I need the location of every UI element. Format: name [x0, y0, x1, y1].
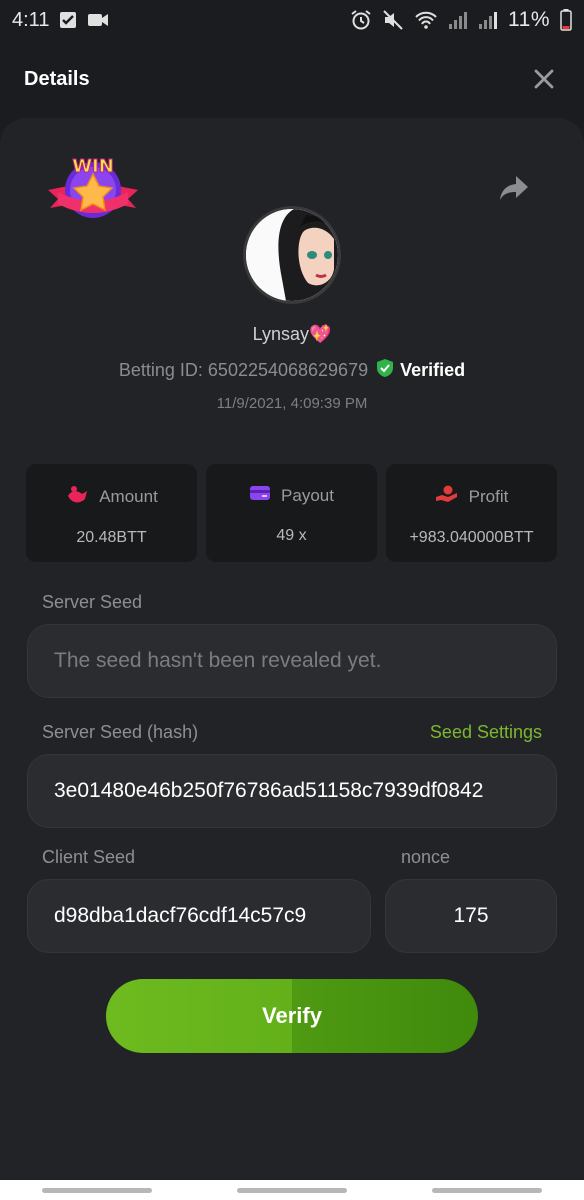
- close-icon[interactable]: [528, 63, 560, 95]
- battery-percent: 11%: [508, 8, 550, 31]
- video-icon: [87, 12, 109, 28]
- win-badge-icon: WIN: [44, 152, 142, 224]
- stat-value-amount: 20.48BTT: [76, 529, 147, 546]
- nonce-label: nonce: [401, 847, 451, 867]
- betting-id-row: Betting ID: 6502254068629679 Verified: [0, 358, 584, 383]
- stats-row: Amount 20.48BTT Payout 49 x Profit +983.…: [26, 464, 558, 562]
- server-seed-hash-field[interactable]: 3e01480e46b250f76786ad51158c7939df0842: [27, 754, 557, 828]
- server-seed-field[interactable]: The seed hasn't been revealed yet.: [27, 624, 557, 698]
- signal-icon: [448, 10, 468, 30]
- stat-label-amount: Amount: [99, 486, 158, 506]
- nonce-value: 175: [453, 904, 489, 927]
- verify-button[interactable]: Verify: [106, 979, 478, 1053]
- stat-label-profit: Profit: [468, 486, 509, 506]
- share-icon[interactable]: [498, 174, 532, 204]
- stat-card-payout: Payout 49 x: [206, 464, 377, 562]
- stat-card-amount: Amount 20.48BTT: [26, 464, 197, 562]
- payout-icon: [249, 484, 271, 507]
- server-seed-label: Server Seed: [42, 592, 143, 612]
- stat-label-payout: Payout: [281, 485, 334, 505]
- svg-text:WIN: WIN: [72, 156, 114, 177]
- avatar: [243, 206, 341, 304]
- status-time: 4:11: [12, 8, 50, 31]
- verified-label: Verified: [400, 360, 466, 380]
- bet-timestamp: 11/9/2021, 4:09:39 PM: [216, 395, 368, 412]
- client-seed-field[interactable]: d98dba1dacf76cdf14c57c9: [27, 879, 371, 953]
- page-title: Details: [24, 67, 90, 90]
- alarm-icon: [350, 9, 372, 31]
- client-seed-value: d98dba1dacf76cdf14c57c9: [54, 904, 307, 927]
- nav-back-button[interactable]: [431, 1187, 542, 1193]
- username: Lynsay💖: [252, 324, 332, 344]
- nav-recents-button[interactable]: [42, 1187, 153, 1193]
- shield-check-icon: [376, 358, 394, 383]
- battery-icon: [560, 9, 572, 31]
- stat-value-payout: 49 x: [276, 527, 307, 544]
- wifi-icon: [414, 10, 438, 30]
- stat-value-profit: +983.040000BTT: [409, 529, 534, 546]
- client-seed-label: Client Seed: [42, 847, 136, 867]
- checkbox-icon: [59, 11, 77, 29]
- stat-card-profit: Profit +983.040000BTT: [386, 464, 557, 562]
- server-seed-hash-label: Server Seed (hash): [42, 722, 199, 742]
- betting-id: Betting ID: 6502254068629679: [118, 360, 369, 380]
- profit-icon: [435, 484, 459, 509]
- seed-settings-link[interactable]: Seed Settings: [430, 722, 542, 743]
- verified-badge: Verified: [376, 358, 465, 383]
- details-header: Details: [0, 40, 584, 118]
- system-nav-bar: [0, 1180, 584, 1200]
- server-seed-hash-value: 3e01480e46b250f76786ad51158c7939df0842: [54, 779, 484, 802]
- mute-icon: [382, 9, 404, 31]
- server-seed-placeholder: The seed hasn't been revealed yet.: [54, 649, 382, 672]
- nav-home-button[interactable]: [236, 1187, 347, 1193]
- status-bar: 4:11 11%: [0, 0, 584, 40]
- details-sheet: WIN Lynsay💖 Betting ID: 6502254068629679…: [0, 118, 584, 1180]
- signal-icon: [478, 10, 498, 30]
- amount-icon: [65, 484, 89, 509]
- nonce-field[interactable]: 175: [385, 879, 557, 953]
